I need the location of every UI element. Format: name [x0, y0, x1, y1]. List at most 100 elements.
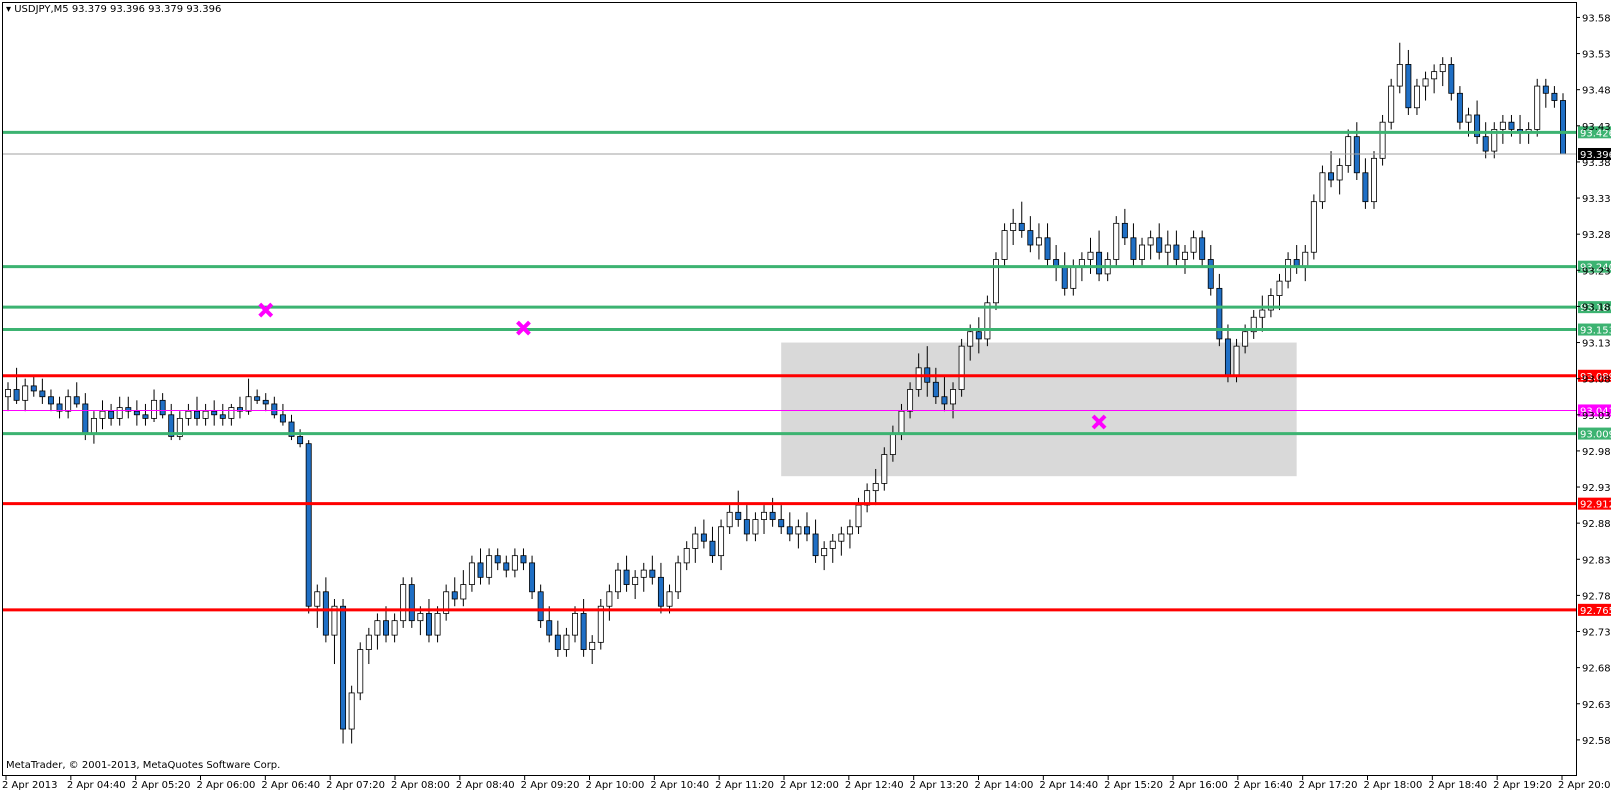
candle-body: [941, 396, 948, 405]
candle-body: [142, 414, 149, 419]
candle-body: [1302, 251, 1309, 268]
x-tick-label: 2 Apr 08:40: [456, 780, 515, 791]
x-tick-label: 2 Apr 18:40: [1428, 780, 1487, 791]
candle-body: [494, 555, 501, 564]
candle-body: [1061, 266, 1068, 289]
y-tick-label: 92.585: [1582, 736, 1611, 747]
candle-body: [1130, 237, 1137, 260]
candle-body: [1413, 85, 1420, 109]
x-tick-label: 2 Apr 20:00: [1558, 780, 1611, 791]
candle-body: [314, 591, 321, 607]
candle-body: [305, 443, 312, 607]
candle-body: [1542, 85, 1549, 94]
candle-body: [683, 548, 690, 564]
candle-body: [1431, 71, 1438, 80]
candle-body: [537, 591, 544, 622]
level-price-label: 92.765: [1580, 606, 1611, 617]
candle-body: [417, 613, 424, 622]
candle-body: [133, 410, 140, 416]
candle-body: [623, 569, 630, 585]
y-tick-label: 93.135: [1582, 339, 1611, 350]
candle-body: [1456, 92, 1463, 123]
candle-body: [1173, 244, 1180, 260]
candle-body: [1259, 309, 1266, 318]
y-tick-label: 92.685: [1582, 664, 1611, 675]
x-tick-label: 2 Apr 10:40: [650, 780, 709, 791]
x-tick-label: 2 Apr 11:20: [715, 780, 774, 791]
candle-body: [932, 381, 939, 398]
candle-body: [1362, 172, 1369, 203]
candle-body: [1371, 157, 1377, 203]
y-tick-label: 92.885: [1582, 519, 1611, 530]
y-tick-label: 92.785: [1582, 591, 1611, 602]
candle-body: [675, 562, 682, 593]
x-tick-label: 2 Apr 15:20: [1104, 780, 1163, 791]
y-tick-label: 93.285: [1582, 230, 1611, 241]
y-tick-label: 93.335: [1582, 194, 1611, 205]
candle-body: [151, 399, 158, 419]
x-tick-label: 2 Apr 06:00: [197, 780, 256, 791]
candle-body: [5, 389, 11, 398]
candle-body: [1147, 237, 1154, 246]
candle-body: [1439, 64, 1446, 73]
y-tick-label: 92.835: [1582, 555, 1611, 566]
candle-body: [322, 591, 329, 636]
candle-body: [1405, 64, 1412, 109]
candle-body: [580, 613, 587, 650]
candle-body: [1551, 92, 1558, 101]
candle-body: [90, 417, 97, 434]
candle-body: [1508, 121, 1515, 130]
candle-body: [47, 396, 54, 405]
candle-body: [1164, 244, 1171, 253]
candle-body: [1096, 251, 1103, 275]
candle-body: [975, 331, 982, 340]
candle-body: [1001, 230, 1008, 260]
candle-body: [279, 414, 286, 423]
x-tick-label: 2 Apr 18:00: [1364, 780, 1423, 791]
candle-body: [529, 562, 536, 593]
chart-area[interactable]: 93.42693.24093.18493.15393.08993.04193.0…: [0, 0, 1611, 792]
candle-body: [82, 403, 89, 434]
candle-body: [73, 396, 80, 405]
candle-body: [1044, 237, 1051, 260]
candle-body: [838, 533, 845, 542]
candle-body: [546, 620, 553, 636]
candle-body: [477, 562, 484, 578]
candle-body: [357, 649, 364, 694]
candle-body: [108, 410, 115, 419]
candle-body: [194, 410, 200, 419]
x-tick-label: 2 Apr 12:00: [780, 780, 839, 791]
candle-body: [572, 613, 578, 636]
candle-body: [709, 540, 716, 557]
candle-body: [65, 396, 72, 412]
candle-body: [821, 548, 828, 557]
candle-body: [889, 432, 896, 455]
candle-body: [589, 641, 596, 650]
candle-body: [1182, 251, 1188, 260]
candle-body: [958, 345, 965, 390]
candle-body: [718, 526, 725, 557]
x-tick-label: 2 Apr 04:40: [67, 780, 126, 791]
candle-body: [563, 634, 570, 650]
candle-body: [657, 576, 664, 607]
candle-body: [915, 367, 922, 390]
x-tick-label: 2 Apr 19:20: [1493, 780, 1552, 791]
candle-body: [30, 385, 37, 392]
candle-body: [1379, 121, 1386, 159]
level-price-label: 93.009: [1580, 430, 1611, 441]
candle-body: [1328, 172, 1335, 181]
price-chart[interactable]: 93.42693.24093.18493.15393.08993.04193.0…: [0, 0, 1611, 792]
candle-body: [1422, 78, 1429, 87]
candle-body: [13, 389, 20, 401]
x-tick-label: 2 Apr 05:20: [132, 780, 191, 791]
candle-body: [1448, 64, 1455, 94]
candle-body: [881, 454, 888, 484]
candle-body: [1087, 251, 1094, 260]
candle-body: [761, 511, 767, 520]
candle-body: [348, 692, 355, 730]
candle-body: [39, 390, 46, 398]
collapse-triangle-icon[interactable]: ▾: [6, 4, 11, 15]
x-tick-label: 2 Apr 2013: [2, 780, 57, 791]
candle-body: [22, 385, 29, 401]
candle-body: [365, 634, 372, 650]
